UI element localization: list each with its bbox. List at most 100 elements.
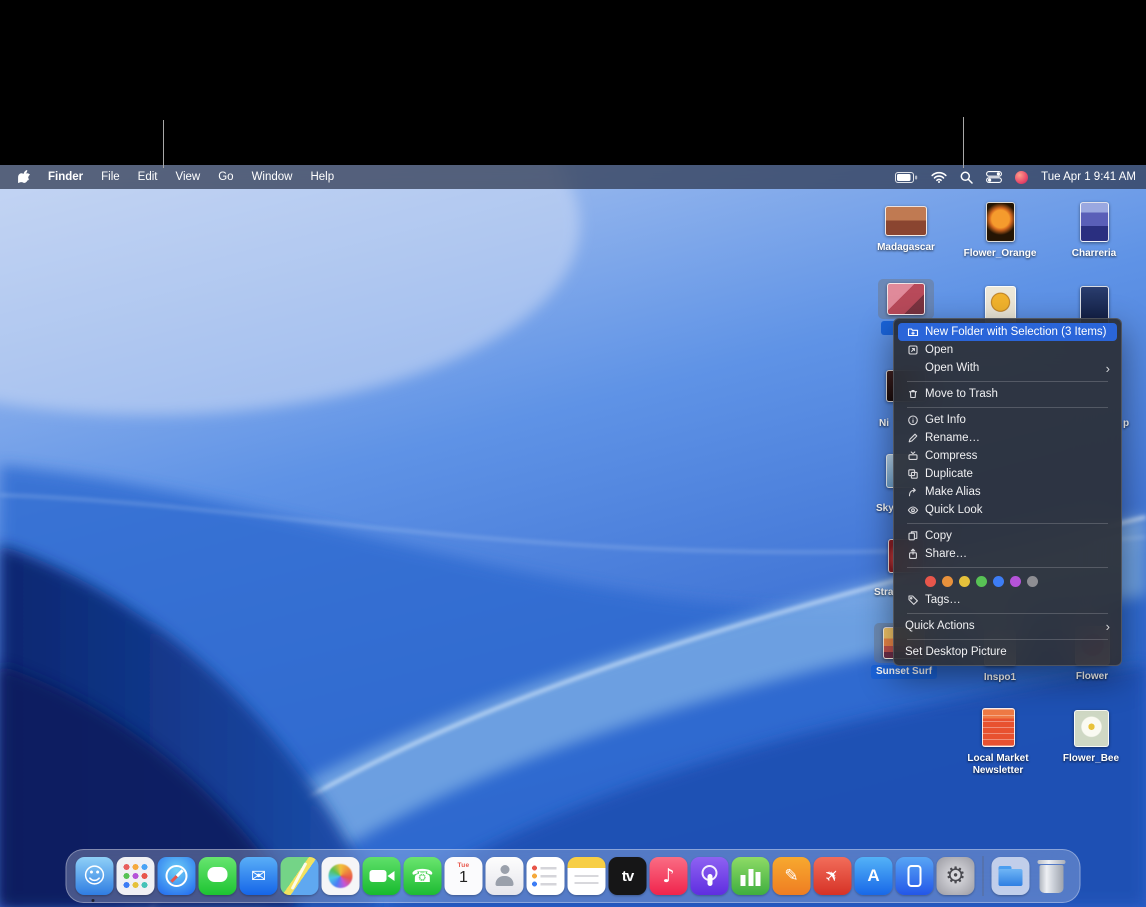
menu-separator: [907, 407, 1108, 408]
menu-item-share[interactable]: Share…: [898, 545, 1117, 563]
finder-face-icon: [76, 857, 114, 895]
info-icon: [905, 414, 920, 426]
envelope-icon: [240, 857, 278, 895]
app-store-letter: A: [855, 857, 893, 895]
trash-icon: [905, 388, 920, 400]
dock-icon-pages[interactable]: [773, 857, 811, 895]
tag-red[interactable]: [925, 576, 936, 587]
menu-separator: [907, 613, 1108, 614]
apple-logo-icon: [18, 170, 30, 184]
menu-item-rename[interactable]: Rename…: [898, 429, 1117, 447]
menu-item-open[interactable]: Open: [898, 341, 1117, 359]
tag-blue[interactable]: [993, 576, 1004, 587]
control-center-icon[interactable]: [986, 171, 1002, 183]
siri-icon[interactable]: [1015, 171, 1028, 184]
photo-thumbnail: [1074, 710, 1109, 747]
menu-item-tags[interactable]: Tags…: [898, 591, 1117, 609]
desktop-icon-flower-orange[interactable]: Flower_Orange: [965, 198, 1035, 260]
calendar-day: 1: [445, 869, 483, 887]
dock-icon-finder[interactable]: [76, 857, 114, 895]
dock-icon-music[interactable]: [650, 857, 688, 895]
menu-item-open-with[interactable]: Open With: [898, 359, 1117, 377]
menu-item-get-info[interactable]: Get Info: [898, 411, 1117, 429]
menu-file[interactable]: File: [101, 171, 120, 183]
dock-icon-reminders[interactable]: [527, 857, 565, 895]
dock-icon-phone[interactable]: [404, 857, 442, 895]
dock-icon-podcasts[interactable]: [691, 857, 729, 895]
dock-icon-downloads-folder[interactable]: [992, 857, 1030, 895]
dock-icon-tv[interactable]: tv: [609, 857, 647, 895]
dock-icon-safari[interactable]: [158, 857, 196, 895]
menu-bar: Finder File Edit View Go Window Help: [0, 165, 1146, 189]
screen: Finder File Edit View Go Window Help: [0, 0, 1146, 907]
dock-icon-numbers[interactable]: [732, 857, 770, 895]
menu-item-copy[interactable]: Copy: [898, 527, 1117, 545]
document-thumbnail: [982, 708, 1015, 747]
menu-help[interactable]: Help: [310, 171, 334, 183]
menu-separator: [907, 523, 1108, 524]
desktop-icon-flower-bee[interactable]: Flower_Bee: [1056, 706, 1126, 765]
submenu-chevron-icon: [1106, 620, 1110, 633]
copy-icon: [905, 530, 920, 542]
menu-view[interactable]: View: [176, 171, 201, 183]
apple-menu[interactable]: [18, 170, 30, 184]
tag-gray[interactable]: [1027, 576, 1038, 587]
photo-thumbnail: [986, 202, 1015, 242]
music-note-icon: [650, 857, 688, 895]
desktop-label-fragment-sky: Sky: [876, 503, 894, 514]
dock-icon-contacts[interactable]: [486, 857, 524, 895]
callout-line-left: [163, 120, 164, 168]
menu-separator: [907, 567, 1108, 568]
submenu-chevron-icon: [1106, 362, 1110, 375]
dock-icon-iphone-mirroring[interactable]: [896, 857, 934, 895]
tag-icon: [905, 594, 920, 606]
menu-edit[interactable]: Edit: [138, 171, 158, 183]
context-menu: New Folder with Selection (3 Items) Open…: [893, 318, 1122, 666]
desktop-icon-charreria[interactable]: Charreria: [1059, 198, 1129, 260]
tv-logo-text: tv: [609, 857, 647, 895]
dock-icon-facetime[interactable]: [363, 857, 401, 895]
compress-icon: [905, 450, 920, 462]
duplicate-icon: [905, 468, 920, 480]
menu-separator: [907, 639, 1108, 640]
spotlight-search-icon[interactable]: [960, 171, 973, 184]
dock-icon-app-store[interactable]: A: [855, 857, 893, 895]
menu-item-duplicate[interactable]: Duplicate: [898, 465, 1117, 483]
calendar-weekday: Tue: [445, 862, 483, 869]
dock-icon-calendar[interactable]: Tue 1: [445, 857, 483, 895]
menu-item-set-desktop-picture[interactable]: Set Desktop Picture: [898, 643, 1117, 661]
tag-yellow[interactable]: [959, 576, 970, 587]
menu-item-quick-actions[interactable]: Quick Actions: [898, 617, 1117, 635]
dock-icon-system-settings[interactable]: [937, 857, 975, 895]
desktop-icon-madagascar[interactable]: Madagascar: [871, 202, 941, 254]
tag-green[interactable]: [976, 576, 987, 587]
menu-item-move-to-trash[interactable]: Move to Trash: [898, 385, 1117, 403]
desktop-icon-local-market-newsletter[interactable]: Local MarketNewsletter: [963, 704, 1033, 777]
dock-icon-mail[interactable]: [240, 857, 278, 895]
gear-icon: [937, 857, 975, 895]
share-icon: [905, 548, 920, 560]
tag-purple[interactable]: [1010, 576, 1021, 587]
menu-bar-clock[interactable]: Tue Apr 1 9:41 AM: [1041, 171, 1136, 183]
wifi-icon[interactable]: [931, 171, 947, 183]
menu-window[interactable]: Window: [252, 171, 293, 183]
alias-arrow-icon: [905, 486, 920, 498]
menu-finder[interactable]: Finder: [48, 171, 83, 183]
menu-item-quick-look[interactable]: Quick Look: [898, 501, 1117, 519]
menu-item-make-alias[interactable]: Make Alias: [898, 483, 1117, 501]
menu-item-compress[interactable]: Compress: [898, 447, 1117, 465]
desktop-label-fragment-p: p: [1123, 418, 1129, 429]
dock-icon-rocket-app[interactable]: [814, 857, 852, 895]
photo-thumbnail: [1080, 202, 1109, 242]
dock-icon-maps[interactable]: [281, 857, 319, 895]
menu-item-new-folder-with-selection[interactable]: New Folder with Selection (3 Items): [898, 323, 1117, 341]
dock: Tue 1 tv A: [66, 849, 1081, 903]
dock-icon-launchpad[interactable]: [117, 857, 155, 895]
battery-icon[interactable]: [895, 172, 918, 183]
dock-icon-notes[interactable]: [568, 857, 606, 895]
tag-orange[interactable]: [942, 576, 953, 587]
menu-go[interactable]: Go: [218, 171, 233, 183]
dock-icon-trash[interactable]: [1033, 857, 1071, 895]
dock-icon-messages[interactable]: [199, 857, 237, 895]
dock-icon-photos[interactable]: [322, 857, 360, 895]
